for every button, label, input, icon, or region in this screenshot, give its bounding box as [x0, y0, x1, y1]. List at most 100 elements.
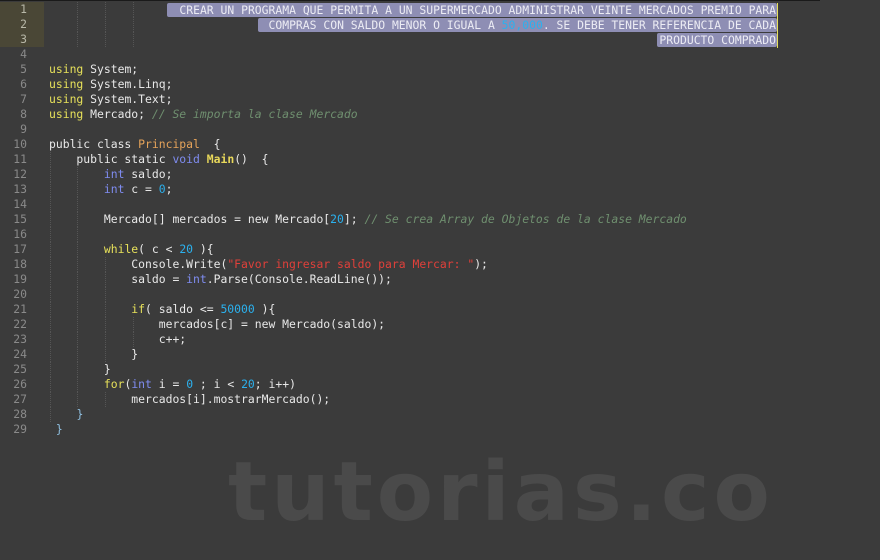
- code-line[interactable]: 6 using System.Linq;: [0, 77, 880, 92]
- code-line[interactable]: 25 }: [0, 362, 880, 377]
- keyword: using: [49, 107, 84, 121]
- text-cursor: [777, 3, 778, 48]
- code-line[interactable]: 17 while( c < 20 ){: [0, 242, 880, 257]
- code-line[interactable]: 15 Mercado[] mercados = new Mercado[20];…: [0, 212, 880, 227]
- code-text: .Parse(Console.ReadLine());: [206, 272, 392, 286]
- code-text: ( c <: [138, 242, 180, 256]
- line-number: 3: [0, 32, 44, 47]
- code-line[interactable]: 28 }: [0, 407, 880, 422]
- code-comment: // Se importa la clase Mercado: [151, 107, 358, 121]
- keyword: using: [49, 92, 84, 106]
- closing-brace: }: [76, 407, 84, 421]
- code-comment: // Se crea Array de Objetos de la clase …: [364, 212, 687, 226]
- code-line[interactable]: 19 saldo = int.Parse(Console.ReadLine())…: [0, 272, 880, 287]
- string-literal: "Favor ingresar saldo para Mercar: ": [227, 257, 475, 271]
- code-line[interactable]: 18 Console.Write("Favor ingresar saldo p…: [0, 257, 880, 272]
- code-text: ; i++): [254, 377, 296, 391]
- code-text: }: [49, 362, 111, 376]
- code-text: ;: [165, 182, 173, 196]
- line-number: 18: [13, 257, 27, 271]
- code-line[interactable]: 1 CREAR UN PROGRAMA QUE PERMITA A UN SUP…: [0, 2, 880, 17]
- code-line[interactable]: 26 for(int i = 0 ; i < 20; i++): [0, 377, 880, 392]
- code-line[interactable]: 16: [0, 227, 880, 242]
- code-text: {: [199, 137, 221, 151]
- selected-comment-text[interactable]: CREAR UN PROGRAMA QUE PERMITA A UN SUPER…: [167, 3, 777, 17]
- code-line[interactable]: 22 mercados[c] = new Mercado(saldo);: [0, 317, 880, 332]
- line-number: 19: [13, 272, 27, 286]
- code-text: System.Linq;: [83, 77, 173, 91]
- code-line[interactable]: 14: [0, 197, 880, 212]
- code-text: Mercado;: [83, 107, 152, 121]
- code-line[interactable]: 24 }: [0, 347, 880, 362]
- line-number: 26: [13, 377, 27, 391]
- code-line[interactable]: 13 int c = 0;: [0, 182, 880, 197]
- number-literal: 20: [179, 242, 194, 256]
- line-number: 21: [13, 302, 27, 316]
- number-literal: 0: [158, 182, 166, 196]
- code-line[interactable]: 3 PRODUCTO COMPRADO: [0, 32, 880, 47]
- code-text: c++;: [49, 332, 187, 346]
- code-text: ; i <: [193, 377, 242, 391]
- type-keyword: int: [131, 377, 152, 391]
- line-number: 23: [13, 332, 27, 346]
- code-line[interactable]: 8 using Mercado; // Se importa la clase …: [0, 107, 880, 122]
- line-number: 22: [13, 317, 27, 331]
- line-number: 5: [20, 62, 27, 76]
- code-text: public static: [49, 152, 173, 166]
- keyword: using: [49, 77, 84, 91]
- code-line[interactable]: 9: [0, 122, 880, 137]
- line-number: 13: [13, 182, 27, 196]
- comment-segment: COMPRAS CON SALDO MENOR O IGUAL A: [268, 18, 502, 32]
- line-number: 16: [13, 227, 27, 241]
- line-number: 4: [20, 47, 27, 61]
- code-editor[interactable]: 1 CREAR UN PROGRAMA QUE PERMITA A UN SUP…: [0, 2, 880, 437]
- code-line[interactable]: 20: [0, 287, 880, 302]
- code-line[interactable]: 21 if( saldo <= 50000 ){: [0, 302, 880, 317]
- code-line[interactable]: 12 int saldo;: [0, 167, 880, 182]
- code-text: saldo;: [124, 167, 173, 181]
- code-text: saldo =: [49, 272, 187, 286]
- comment-number: 50,000: [501, 18, 543, 32]
- code-text: Console.Write(: [49, 257, 228, 271]
- code-text: () {: [234, 152, 269, 166]
- code-text: );: [474, 257, 488, 271]
- code-text: Mercado[] mercados = new Mercado[: [49, 212, 331, 226]
- method-name: Main: [206, 152, 235, 166]
- top-border: [0, 0, 820, 1]
- code-line[interactable]: 29 }: [0, 422, 880, 437]
- line-number: 28: [13, 407, 27, 421]
- line-number: 1: [0, 2, 44, 17]
- code-text: ){: [193, 242, 214, 256]
- class-name: Principal: [138, 137, 200, 151]
- code-line[interactable]: 4: [0, 47, 880, 62]
- line-number: 25: [13, 362, 27, 376]
- keyword: for: [103, 377, 125, 391]
- line-number: 27: [13, 392, 27, 406]
- code-line[interactable]: 11 public static void Main() {: [0, 152, 880, 167]
- code-text: public class: [49, 137, 139, 151]
- selected-comment-text[interactable]: PRODUCTO COMPRADO: [657, 33, 777, 47]
- keyword: while: [103, 242, 139, 256]
- line-number: 7: [20, 92, 27, 106]
- number-literal: 20: [241, 377, 255, 391]
- code-text: ( saldo <=: [145, 302, 221, 316]
- line-number: 10: [13, 137, 27, 151]
- code-line[interactable]: 10 public class Principal {: [0, 137, 880, 152]
- code-line[interactable]: 7 using System.Text;: [0, 92, 880, 107]
- line-number: 9: [20, 122, 27, 136]
- code-line[interactable]: 27 mercados[i].mostrarMercado();: [0, 392, 880, 407]
- line-number: 15: [13, 212, 27, 226]
- code-line[interactable]: 5 using System;: [0, 62, 880, 77]
- comment-segment: . SE DEBE TENER REFERENCIA DE CADA: [542, 18, 776, 32]
- code-line[interactable]: 23 c++;: [0, 332, 880, 347]
- code-line[interactable]: 2 COMPRAS CON SALDO MENOR O IGUAL A 50,0…: [0, 17, 880, 32]
- code-text: mercados[c] = new Mercado(saldo);: [49, 317, 386, 331]
- selected-comment-text[interactable]: COMPRAS CON SALDO MENOR O IGUAL A 50,000…: [258, 18, 777, 32]
